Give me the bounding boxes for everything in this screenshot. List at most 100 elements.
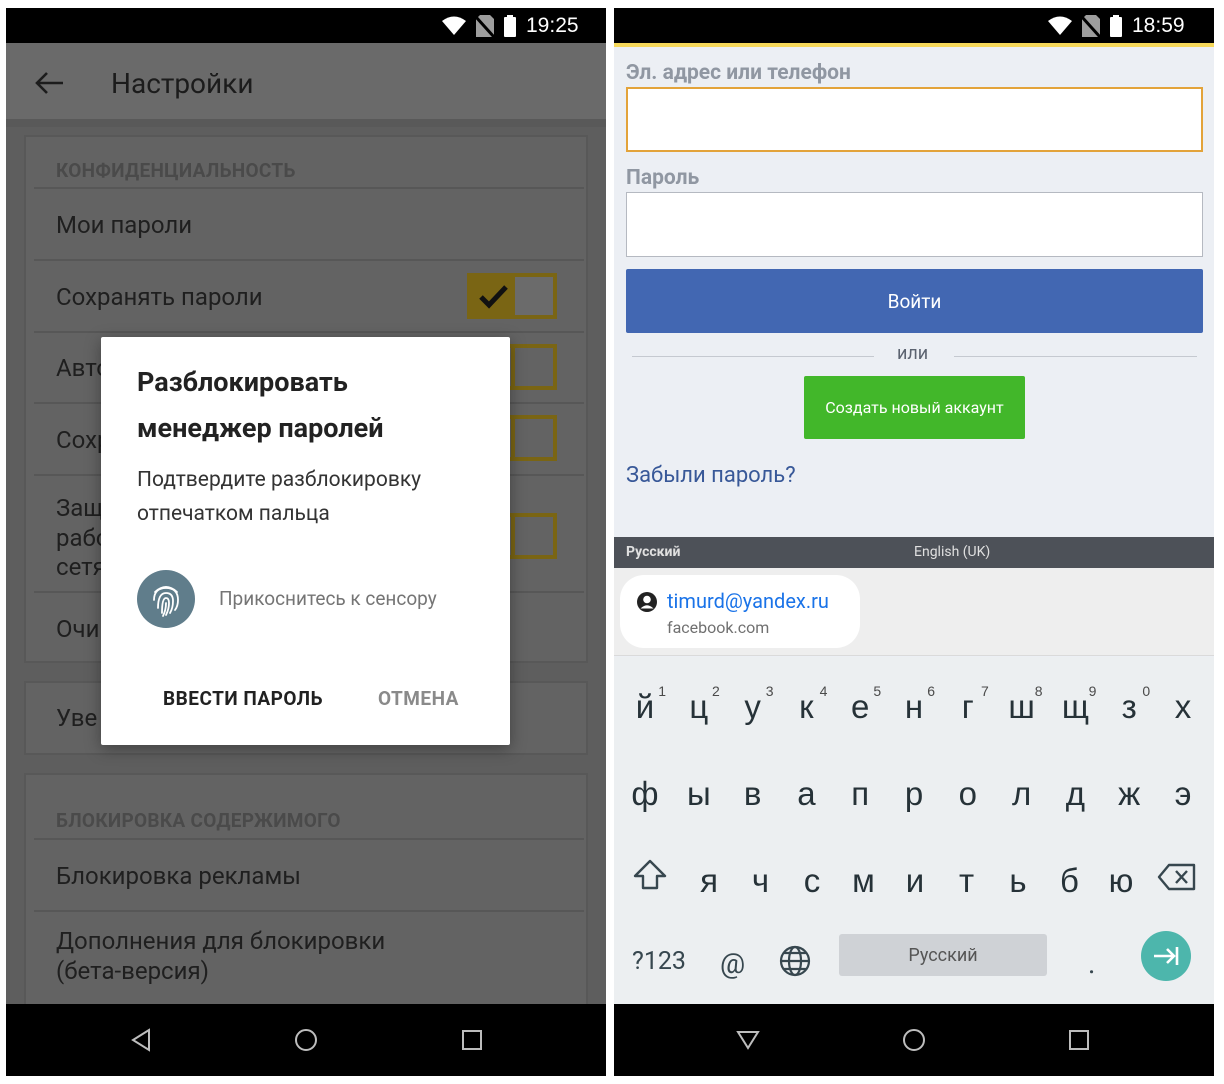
- key-row2-10[interactable]: э: [1156, 764, 1210, 824]
- key-label: э: [1174, 775, 1192, 812]
- key-row1-7[interactable]: ш8: [995, 677, 1049, 737]
- tab-next-icon: [1154, 947, 1179, 965]
- key-label: о: [958, 775, 977, 812]
- key-row3-3[interactable]: м: [837, 851, 891, 911]
- key-row3-6[interactable]: ь: [991, 851, 1045, 911]
- back-triangle-icon[interactable]: [129, 1028, 153, 1052]
- key-label: м: [852, 862, 875, 899]
- key-label: ж: [1118, 775, 1141, 812]
- key-row3-4[interactable]: и: [888, 851, 942, 911]
- key-row1-8[interactable]: щ9: [1048, 677, 1102, 737]
- recents-square-icon[interactable]: [460, 1028, 484, 1052]
- key-row2-5[interactable]: р: [887, 764, 941, 824]
- key-row1-9[interactable]: з0: [1102, 677, 1156, 737]
- row-protect-line3: сетя: [56, 553, 106, 581]
- key-row2-4[interactable]: п: [833, 764, 887, 824]
- key-hint: 0: [1142, 683, 1151, 699]
- language-english[interactable]: English (UK): [914, 544, 990, 560]
- key-row1-10[interactable]: х: [1156, 677, 1210, 737]
- page-title: Настройки: [111, 67, 254, 100]
- key-row2-0[interactable]: ф: [618, 764, 672, 824]
- email-field[interactable]: [626, 87, 1203, 152]
- back-arrow-icon[interactable]: [34, 71, 64, 95]
- collapse-triangle-icon[interactable]: [736, 1028, 760, 1052]
- key-label: х: [1174, 688, 1192, 725]
- key-label: е: [851, 688, 870, 725]
- forgot-password-link[interactable]: Забыли пароль?: [626, 463, 796, 488]
- shift-icon[interactable]: [632, 857, 668, 893]
- home-circle-icon[interactable]: [902, 1028, 926, 1052]
- key-row1-2[interactable]: у3: [726, 677, 780, 737]
- create-account-button[interactable]: Создать новый аккаунт: [804, 376, 1025, 439]
- wifi-icon: [442, 16, 466, 35]
- key-row1-5[interactable]: н6: [887, 677, 941, 737]
- key-label: т: [958, 862, 975, 899]
- at-key[interactable]: @: [720, 947, 745, 980]
- login-button[interactable]: Войти: [626, 269, 1203, 333]
- key-label: а: [797, 775, 816, 812]
- symbols-key[interactable]: ?123: [632, 947, 686, 976]
- battery-icon: [504, 15, 516, 37]
- key-row2-8[interactable]: д: [1048, 764, 1102, 824]
- key-hint: 4: [819, 683, 828, 699]
- save-passwords-toggle[interactable]: [467, 273, 557, 319]
- row-block-addons-line1[interactable]: Дополнения для блокировки: [56, 926, 385, 956]
- key-hint: 1: [658, 683, 666, 699]
- password-label: Пароль: [626, 166, 700, 190]
- key-row3-7[interactable]: б: [1043, 851, 1097, 911]
- key-row2-3[interactable]: а: [779, 764, 833, 824]
- period-key[interactable]: .: [1088, 947, 1095, 980]
- row-ad-block[interactable]: Блокировка рекламы: [56, 861, 301, 891]
- key-row2-9[interactable]: ж: [1102, 764, 1156, 824]
- key-label: ь: [1009, 862, 1027, 899]
- key-label: ч: [751, 862, 770, 899]
- next-field-button[interactable]: [1141, 931, 1191, 981]
- row-notifications[interactable]: Уве: [56, 703, 97, 733]
- cancel-button[interactable]: ОТМЕНА: [378, 687, 459, 710]
- key-row2-1[interactable]: ы: [672, 764, 726, 824]
- key-row1-3[interactable]: к4: [779, 677, 833, 737]
- key-label: й: [635, 688, 655, 725]
- email-label: Эл. адрес или телефон: [626, 61, 851, 85]
- globe-icon[interactable]: [778, 944, 812, 978]
- key-hint: 2: [712, 683, 720, 699]
- key-row3-0[interactable]: я: [682, 851, 736, 911]
- settings-screen: 19:25 Настройки КОНФИДЕНЦИАЛЬНОСТЬ Мои п…: [6, 8, 606, 1076]
- row-clear-data[interactable]: Очи: [56, 614, 99, 644]
- enter-password-button[interactable]: ВВЕСТИ ПАРОЛЬ: [163, 687, 323, 710]
- key-label: б: [1060, 862, 1079, 899]
- status-time: 18:59: [1132, 14, 1185, 37]
- fingerprint-icon: [137, 570, 195, 628]
- navigation-bar: [614, 1004, 1214, 1076]
- password-field[interactable]: [626, 192, 1203, 257]
- key-row1-1[interactable]: ц2: [672, 677, 726, 737]
- toggle-knob: [511, 517, 553, 555]
- content-block-card: БЛОКИРОВКА СОДЕРЖИМОГО Блокировка реклам…: [24, 773, 588, 1013]
- key-row2-2[interactable]: в: [726, 764, 780, 824]
- section-header-content-block: БЛОКИРОВКА СОДЕРЖИМОГО: [56, 809, 341, 832]
- key-label: ы: [686, 775, 711, 812]
- row-my-passwords[interactable]: Мои пароли: [56, 210, 192, 240]
- autofill-suggestion-chip[interactable]: timurd@yandex.ru facebook.com: [620, 575, 860, 648]
- backspace-icon[interactable]: [1157, 863, 1197, 891]
- key-label: и: [905, 862, 925, 899]
- language-russian[interactable]: Русский: [626, 544, 680, 560]
- account-icon: [637, 592, 657, 612]
- key-row1-4[interactable]: е5: [833, 677, 887, 737]
- key-row3-8[interactable]: ю: [1094, 851, 1148, 911]
- recents-square-icon[interactable]: [1067, 1028, 1091, 1052]
- key-row3-5[interactable]: т: [940, 851, 994, 911]
- spacebar[interactable]: Русский: [839, 934, 1047, 976]
- key-row3-2[interactable]: с: [785, 851, 839, 911]
- key-row2-6[interactable]: о: [941, 764, 995, 824]
- key-row3-1[interactable]: ч: [734, 851, 788, 911]
- key-row2-7[interactable]: л: [995, 764, 1049, 824]
- navigation-bar: [6, 1004, 606, 1076]
- wifi-icon: [1048, 16, 1072, 35]
- key-row1-6[interactable]: г7: [941, 677, 995, 737]
- key-row1-0[interactable]: й1: [618, 677, 672, 737]
- key-label: п: [851, 775, 870, 812]
- row-save-passwords[interactable]: Сохранять пароли: [56, 282, 263, 312]
- home-circle-icon[interactable]: [294, 1028, 318, 1052]
- row-protect-line1[interactable]: Защ: [56, 493, 103, 523]
